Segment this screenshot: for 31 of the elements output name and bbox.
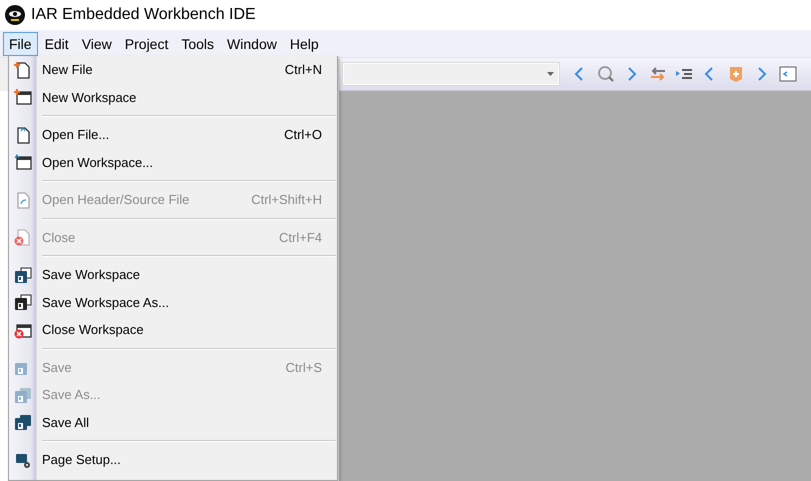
menu-item[interactable]: Tools bbox=[175, 32, 220, 56]
menu-item[interactable]: Edit bbox=[38, 32, 75, 56]
new-file-icon bbox=[14, 60, 32, 79]
dropdown-arrow-icon bbox=[547, 72, 554, 76]
menu-item[interactable]: Open Workspace... bbox=[9, 148, 337, 176]
menu-item[interactable]: Save All bbox=[9, 408, 337, 436]
search-icon bbox=[597, 65, 615, 83]
menu-item[interactable]: Close Workspace bbox=[9, 316, 337, 344]
close-file-icon bbox=[14, 228, 32, 246]
menu-item[interactable]: Save Workspace bbox=[9, 261, 337, 288]
open-workspace-icon bbox=[14, 153, 32, 172]
menu-item[interactable]: Window bbox=[221, 32, 283, 56]
menu-item[interactable]: Save Workspace As... bbox=[9, 288, 337, 316]
window-icon bbox=[779, 65, 797, 83]
menu-item[interactable]: Open File... Ctrl+O bbox=[9, 121, 337, 148]
bookmark-plus-icon bbox=[727, 65, 745, 83]
menu-item[interactable]: Project bbox=[118, 32, 174, 56]
menu-item[interactable]: File bbox=[3, 32, 38, 56]
new-workspace-icon bbox=[14, 88, 32, 106]
save-as-icon bbox=[14, 386, 32, 404]
save-workspace-icon bbox=[14, 266, 32, 284]
menu-item[interactable]: View bbox=[76, 32, 118, 56]
menu-item[interactable]: Page Setup... bbox=[9, 446, 337, 474]
menu-item[interactable]: New File Ctrl+N bbox=[9, 56, 337, 84]
app-logo-icon bbox=[5, 5, 25, 25]
window-title: IAR Embedded Workbench IDE bbox=[31, 6, 256, 24]
save-all-icon bbox=[14, 413, 32, 432]
menu-item[interactable]: New Workspace bbox=[9, 84, 337, 111]
swap-arrows-icon bbox=[649, 65, 667, 83]
save-workspace-as-icon bbox=[14, 293, 32, 312]
menu-item[interactable]: Help bbox=[284, 32, 325, 56]
